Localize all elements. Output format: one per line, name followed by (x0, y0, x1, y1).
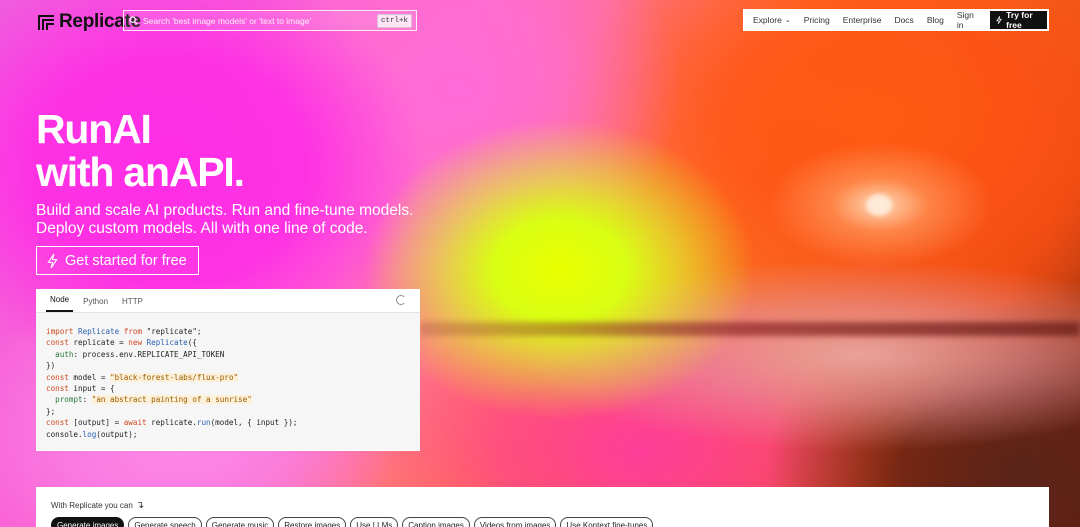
code-snippet: import Replicate from "replicate"; const… (36, 313, 420, 450)
tab-node[interactable]: Node (46, 295, 74, 312)
hero-title: RunAI with anAPI. (36, 106, 245, 195)
hero-title-line-1: RunAI (36, 106, 152, 152)
chip-use-llms[interactable]: Use LLMs (350, 517, 399, 527)
nav-enterprise[interactable]: Enterprise (843, 15, 882, 25)
code-panel: Node Python HTTP import Replicate from "… (36, 289, 420, 451)
top-nav: Explore ⌄ Pricing Enterprise Docs Blog S… (743, 9, 1049, 31)
replicate-logo-icon (38, 15, 54, 30)
chip-generate-music[interactable]: Generate music (205, 517, 275, 527)
hero-sun (866, 194, 892, 216)
lightning-icon (996, 16, 1003, 24)
nav-explore-label: Explore (753, 15, 782, 25)
lightning-icon (47, 253, 58, 268)
hero-subtitle-line-1: Build and scale AI products. Run and fin… (36, 202, 414, 219)
chip-generate-speech[interactable]: Generate speech (128, 517, 202, 527)
search-input[interactable] (138, 15, 377, 26)
nav-sign-in[interactable]: Sign in (957, 10, 977, 30)
use-cases-card: With Replicate you can ↴ Generate images… (36, 487, 1049, 527)
chevron-down-icon: ⌄ (784, 17, 791, 24)
code-tabs: Node Python HTTP (36, 289, 420, 313)
tab-http[interactable]: HTTP (118, 297, 147, 312)
tab-python[interactable]: Python (79, 297, 112, 312)
chip-caption-images[interactable]: Caption images (402, 517, 470, 527)
hero-subtitle: Build and scale AI products. Run and fin… (36, 202, 436, 238)
get-started-label: Get started for free (65, 252, 187, 269)
chip-generate-images[interactable]: Generate images (51, 517, 125, 527)
get-started-button[interactable]: Get started for free (36, 246, 199, 275)
search-shortcut-badge: ctrl+k (376, 13, 412, 28)
hero-title-line-2: with anAPI. (36, 149, 245, 195)
loading-spinner-icon (396, 295, 406, 305)
chip-restore-images[interactable]: Restore images (278, 517, 347, 527)
search-bar[interactable]: ctrl+k (123, 10, 417, 31)
nav-blog[interactable]: Blog (927, 15, 944, 25)
arrow-down-right-icon: ↴ (135, 500, 145, 511)
hero-subtitle-line-2: Deploy custom models. All with one line … (36, 220, 368, 237)
hero-horizon (420, 322, 1080, 336)
use-cases-label-text: With Replicate you can (51, 501, 133, 510)
try-for-free-button[interactable]: Try for free (990, 10, 1047, 30)
nav-pricing[interactable]: Pricing (804, 15, 830, 25)
search-icon (129, 16, 138, 25)
use-cases-label: With Replicate you can ↴ (51, 500, 144, 511)
nav-docs[interactable]: Docs (894, 15, 913, 25)
nav-explore[interactable]: Explore ⌄ (753, 15, 791, 25)
chip-videos-from-images[interactable]: Videos from images (473, 517, 557, 527)
try-for-free-label: Try for free (1006, 10, 1033, 30)
use-case-chips: Generate images Generate speech Generate… (51, 517, 657, 527)
chip-use-kontext-fine-tunes[interactable]: Use Kontext fine-tunes (560, 517, 654, 527)
